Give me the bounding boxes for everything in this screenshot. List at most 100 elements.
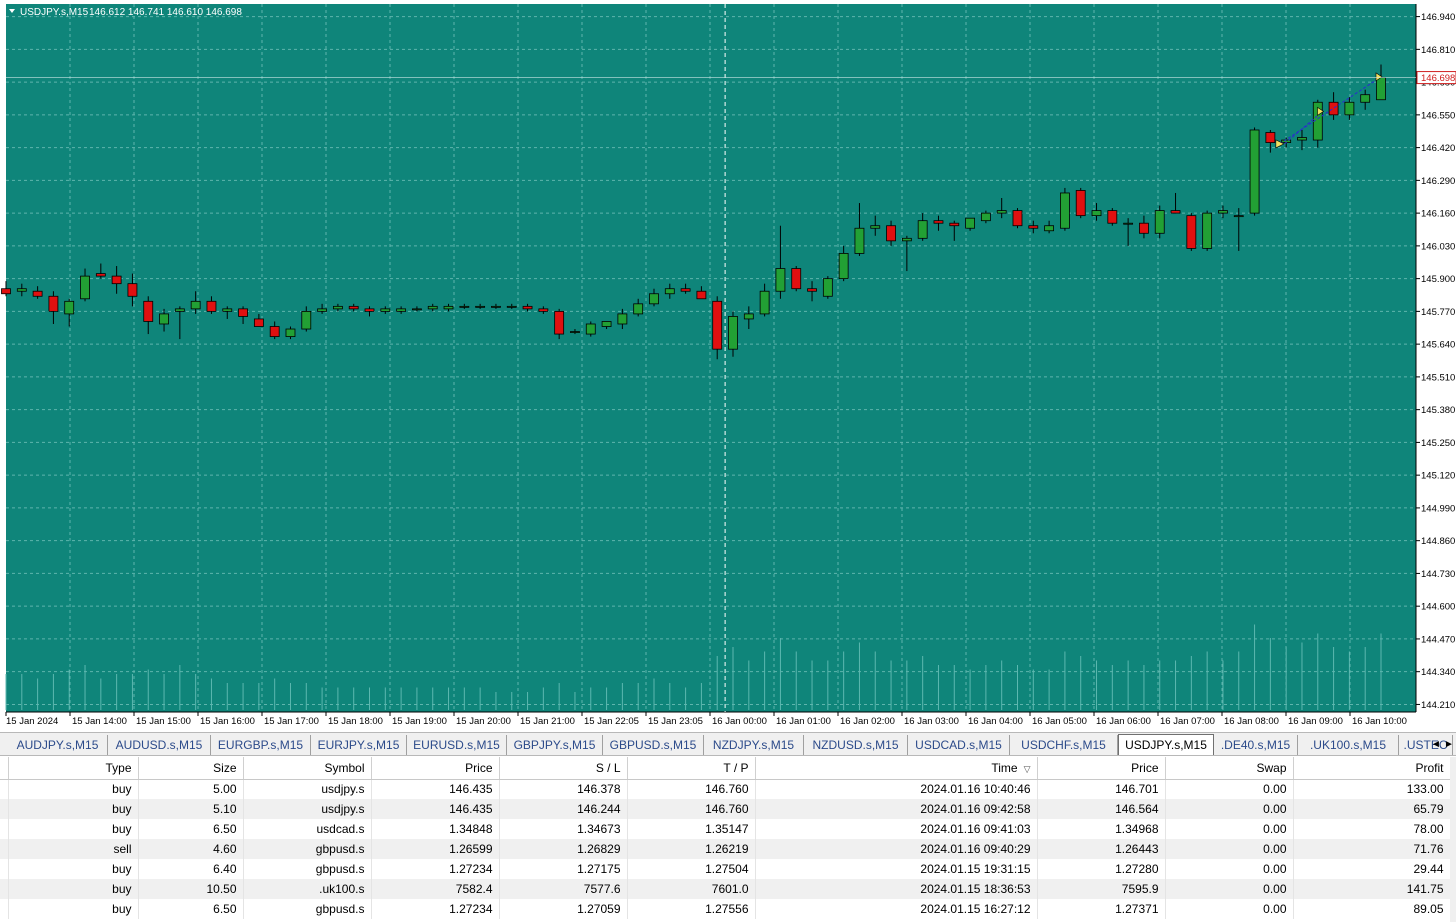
candle-body[interactable] xyxy=(680,288,691,292)
candle-body[interactable] xyxy=(459,305,470,308)
table-row[interactable]: buy 5.10 usdjpy.s 146.435 146.244 146.760 2024… xyxy=(0,799,1451,819)
column-header-price[interactable]: Price xyxy=(371,757,500,780)
column-header-type[interactable]: Type xyxy=(8,757,139,780)
candle-body[interactable] xyxy=(1123,222,1134,225)
candle-body[interactable] xyxy=(1012,210,1023,227)
candle-body[interactable] xyxy=(1107,210,1118,224)
tab-audjpy-s-m15[interactable]: AUDJPY.s,M15 xyxy=(8,735,108,755)
candle-body[interactable] xyxy=(949,222,960,227)
candle-body[interactable] xyxy=(396,308,407,312)
candle-body[interactable] xyxy=(1186,215,1197,249)
column-header-profit[interactable]: Profit xyxy=(1293,757,1451,780)
candle-body[interactable] xyxy=(206,300,217,312)
candle-body[interactable] xyxy=(80,275,90,300)
candle-body[interactable] xyxy=(1297,137,1307,141)
candle-body[interactable] xyxy=(491,305,501,308)
candle-body[interactable] xyxy=(443,305,454,310)
candle-body[interactable] xyxy=(269,326,280,337)
candle-body[interactable] xyxy=(1044,225,1055,232)
candle-body[interactable] xyxy=(664,288,675,295)
candle-body[interactable] xyxy=(901,237,912,242)
candle-body[interactable] xyxy=(1265,132,1276,143)
tabs-scroll-left-icon[interactable]: ◄ xyxy=(1430,736,1442,754)
candle-body[interactable] xyxy=(111,275,122,285)
candle-body[interactable] xyxy=(159,313,169,325)
chart-canvas[interactable]: 146.940146.810146.680146.550146.420146.2… xyxy=(0,0,1456,732)
candle-body[interactable] xyxy=(854,227,865,254)
candle-body[interactable] xyxy=(475,305,486,308)
candle-body[interactable] xyxy=(190,300,201,310)
column-header-time[interactable]: Time ▽ xyxy=(755,757,1038,780)
candle-body[interactable] xyxy=(1218,210,1228,214)
tabs-scroll-right-icon[interactable]: ► xyxy=(1443,736,1455,754)
candle-body[interactable] xyxy=(412,308,422,311)
candle-body[interactable] xyxy=(1028,225,1039,229)
candle-body[interactable] xyxy=(48,295,59,312)
tab-eurusd-s-m15[interactable]: EURUSD.s,M15 xyxy=(407,735,507,755)
candle-body[interactable] xyxy=(917,220,928,239)
candle-body[interactable] xyxy=(1075,190,1086,217)
terminal-scrollbar[interactable] xyxy=(1450,757,1456,922)
candle-body[interactable] xyxy=(617,313,628,325)
candle-body[interactable] xyxy=(743,313,754,320)
tab-eurjpy-s-m15[interactable]: EURJPY.s,M15 xyxy=(311,735,407,755)
candle-body[interactable] xyxy=(649,293,659,305)
candle-body[interactable] xyxy=(143,300,154,322)
candle-body[interactable] xyxy=(696,290,707,300)
candle-body[interactable] xyxy=(633,303,644,315)
candle-body[interactable] xyxy=(317,308,327,312)
candle-body[interactable] xyxy=(1154,210,1165,234)
candle-body[interactable] xyxy=(427,305,438,310)
table-row[interactable]: sell 4.60 gbpusd.s 1.26599 1.26829 1.26219 202… xyxy=(0,839,1451,859)
table-row[interactable]: buy 6.50 usdcad.s 1.34848 1.34673 1.35147 2024… xyxy=(0,819,1451,839)
candle-body[interactable] xyxy=(380,308,391,312)
candle-body[interactable] xyxy=(522,305,533,310)
candle-body[interactable] xyxy=(238,308,248,317)
candle-body[interactable] xyxy=(728,316,738,350)
candle-body[interactable] xyxy=(554,310,565,335)
table-row[interactable]: buy 6.50 gbpusd.s 1.27234 1.27059 1.27556 2024… xyxy=(0,899,1451,919)
candle-body[interactable] xyxy=(1376,77,1386,101)
column-header-symbol[interactable]: Symbol xyxy=(243,757,372,780)
tab-nzdusd-s-m15[interactable]: NZDUSD.s,M15 xyxy=(804,735,908,755)
candle-body[interactable] xyxy=(712,300,723,350)
candle-body[interactable] xyxy=(253,318,264,327)
tab-gbpjpy-s-m15[interactable]: GBPJPY.s,M15 xyxy=(507,735,603,755)
table-row[interactable]: buy 6.40 gbpusd.s 1.27234 1.27175 1.27504 2024… xyxy=(0,859,1451,879)
candle-body[interactable] xyxy=(933,220,944,224)
tab-de40-s-m15[interactable]: .DE40.s,M15 xyxy=(1214,735,1298,755)
price-chart[interactable]: 146.940146.810146.680146.550146.420146.2… xyxy=(0,0,1456,732)
candle-body[interactable] xyxy=(775,268,786,292)
candle-body[interactable] xyxy=(807,288,817,292)
candle-body[interactable] xyxy=(791,268,802,290)
candle-body[interactable] xyxy=(127,283,138,297)
candle-body[interactable] xyxy=(585,323,596,335)
column-header-swap[interactable]: Swap xyxy=(1165,757,1294,780)
candle-body[interactable] xyxy=(1328,101,1339,116)
candle-body[interactable] xyxy=(1060,192,1070,229)
candle-body[interactable] xyxy=(506,305,517,308)
candle-body[interactable] xyxy=(364,308,375,312)
candle-body[interactable] xyxy=(1233,215,1244,218)
table-row[interactable]: buy 5.00 usdjpy.s 146.435 146.378 146.760 2024… xyxy=(0,779,1451,799)
candle-body[interactable] xyxy=(32,290,43,297)
candle-body[interactable] xyxy=(222,308,233,312)
candle-body[interactable] xyxy=(1,288,11,295)
candle-body[interactable] xyxy=(1139,222,1149,234)
tab-audusd-s-m15[interactable]: AUDUSD.s,M15 xyxy=(108,735,211,755)
tab-nzdjpy-s-m15[interactable]: NZDJPY.s,M15 xyxy=(704,735,804,755)
candle-body[interactable] xyxy=(759,290,770,315)
candle-body[interactable] xyxy=(886,225,896,242)
candle-body[interactable] xyxy=(332,305,343,310)
candle-body[interactable] xyxy=(1170,210,1181,214)
candle-body[interactable] xyxy=(1344,101,1355,116)
column-header-s-l[interactable]: S / L xyxy=(499,757,628,780)
candle-body[interactable] xyxy=(1249,129,1260,214)
candle-body[interactable] xyxy=(601,321,612,327)
tab-gbpusd-s-m15[interactable]: GBPUSD.s,M15 xyxy=(603,735,704,755)
candle-body[interactable] xyxy=(538,308,549,312)
tab-usdchf-s-m15[interactable]: USDCHF.s,M15 xyxy=(1010,735,1118,755)
candle-body[interactable] xyxy=(64,300,75,315)
table-row[interactable]: buy 10.50 .uk100.s 7582.4 7577.6 7601.0 2024.0… xyxy=(0,879,1451,899)
candle-body[interactable] xyxy=(16,288,27,292)
